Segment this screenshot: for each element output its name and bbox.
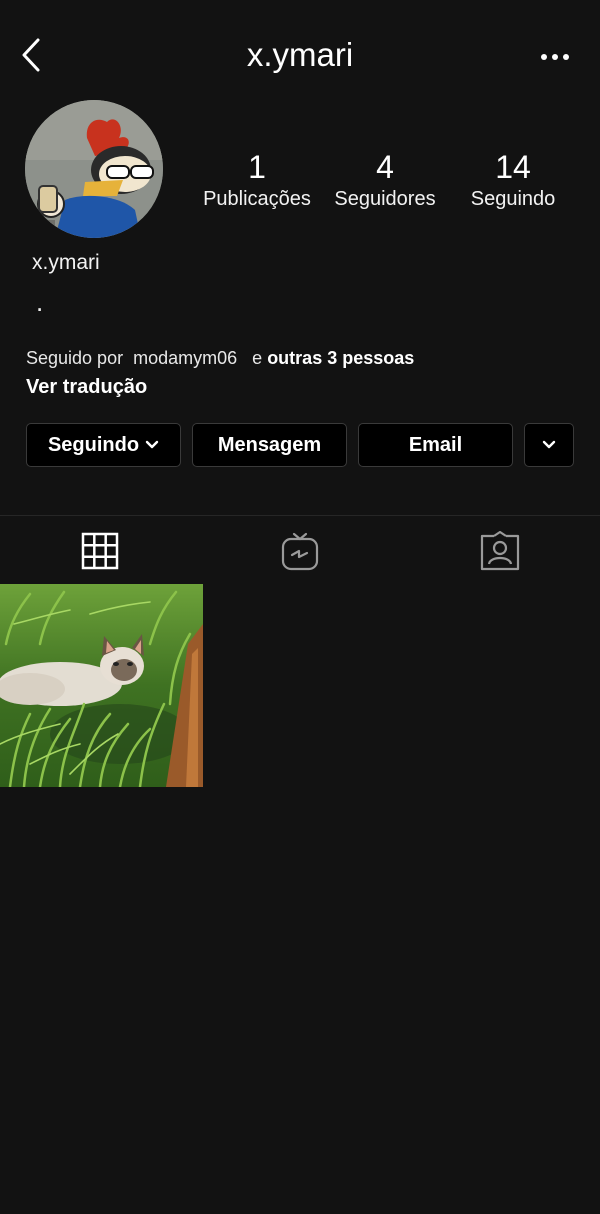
posts-count: 1 — [248, 149, 266, 185]
followers-stat[interactable]: 4 Seguidores — [326, 148, 444, 212]
following-button-label: Seguindo — [47, 433, 140, 456]
bio-text: . — [36, 287, 44, 317]
profile-header: x.ymari — [0, 0, 600, 110]
post-thumbnail[interactable] — [0, 584, 203, 787]
email-button[interactable]: Email — [358, 423, 513, 467]
posts-label: Publicações — [203, 188, 311, 210]
followed-by-prefix: Seguido por — [26, 348, 124, 368]
followers-count: 4 — [376, 149, 394, 185]
profile-name: x.ymari — [32, 251, 100, 274]
page-title: x.ymari — [246, 36, 354, 73]
suggested-accounts-button[interactable] — [524, 423, 574, 467]
message-button-label: Mensagem — [217, 433, 322, 456]
following-stat[interactable]: 14 Seguindo — [458, 148, 568, 212]
posts-stat[interactable]: 1 Publicações — [196, 148, 318, 212]
grid-icon — [81, 532, 119, 570]
avatar[interactable] — [25, 100, 163, 238]
tab-tagged[interactable] — [400, 526, 600, 576]
following-button[interactable]: Seguindo — [26, 423, 181, 467]
following-count: 14 — [495, 149, 531, 185]
email-button-label: Email — [408, 433, 463, 456]
section-divider — [0, 515, 600, 516]
igtv-icon — [281, 532, 319, 571]
message-button[interactable]: Mensagem — [192, 423, 347, 467]
followed-by-others[interactable]: outras 3 pessoas — [267, 348, 414, 368]
followed-by-connector: e — [252, 348, 263, 368]
avatar-image — [25, 100, 163, 238]
ellipsis-icon[interactable] — [538, 46, 572, 68]
followed-by-user[interactable]: modamym06 — [133, 348, 237, 368]
tab-igtv[interactable] — [200, 526, 400, 576]
chevron-down-icon — [145, 440, 159, 449]
following-label: Seguindo — [470, 188, 556, 210]
tab-posts-grid[interactable] — [0, 526, 200, 576]
post-image — [0, 584, 203, 787]
tagged-person-icon — [480, 531, 520, 571]
followed-by-text[interactable]: Seguido por modamym06 e outras 3 pessoas — [26, 345, 414, 371]
profile-page: x.ymari 1 Publicações 4 Seguidores 14 Se… — [0, 0, 600, 1214]
followers-label: Seguidores — [334, 188, 436, 210]
see-translation-link[interactable]: Ver tradução — [26, 374, 147, 400]
chevron-down-icon — [542, 440, 556, 449]
